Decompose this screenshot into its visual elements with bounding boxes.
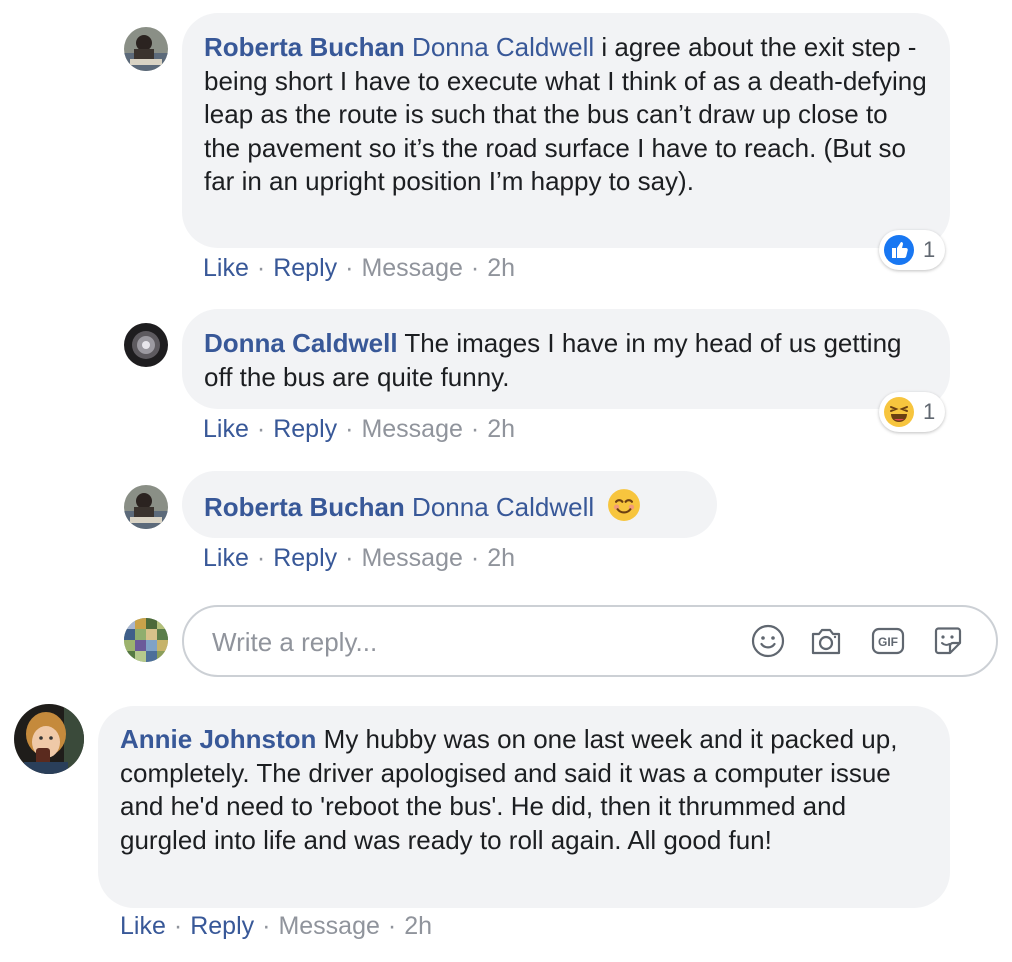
like-link[interactable]: Like: [203, 254, 249, 282]
comment-bubble: Roberta Buchan Donna Caldwell: [182, 471, 717, 538]
timestamp[interactable]: 2h: [487, 544, 515, 572]
like-link[interactable]: Like: [203, 415, 249, 443]
gif-icon[interactable]: GIF: [870, 623, 906, 659]
avatar-annie-johnston[interactable]: [14, 704, 84, 774]
comment-actions: Like · Reply · Message · 2h: [120, 912, 433, 940]
reply-composer: GIF: [182, 605, 998, 677]
comment-bubble: Roberta Buchan Donna Caldwell i agree ab…: [182, 13, 950, 248]
reaction-count: 1: [923, 399, 936, 424]
avatar-roberta-buchan[interactable]: [124, 485, 168, 529]
timestamp[interactable]: 2h: [487, 254, 515, 282]
comment-author[interactable]: Roberta Buchan: [204, 492, 405, 522]
timestamp[interactable]: 2h: [487, 415, 515, 443]
comment-actions: Like · Reply · Message · 2h: [203, 254, 516, 282]
current-user-avatar: [124, 618, 168, 662]
avatar-roberta-buchan[interactable]: [124, 27, 168, 71]
mention-link[interactable]: Donna Caldwell: [412, 492, 594, 522]
reply-link[interactable]: Reply: [273, 254, 337, 282]
timestamp[interactable]: 2h: [404, 912, 432, 940]
emoji-icon[interactable]: [750, 623, 786, 659]
comment-author[interactable]: Annie Johnston: [120, 724, 316, 754]
reaction-badge[interactable]: 1: [879, 392, 945, 432]
reply-link[interactable]: Reply: [190, 912, 254, 940]
reply-input[interactable]: [210, 619, 714, 665]
message-link[interactable]: Message: [361, 415, 462, 443]
avatar-donna-caldwell[interactable]: [124, 323, 168, 367]
camera-icon[interactable]: [808, 623, 844, 659]
comment-actions: Like · Reply · Message · 2h: [203, 544, 516, 572]
message-link[interactable]: Message: [278, 912, 379, 940]
comment-bubble: Annie Johnston My hubby was on one last …: [98, 706, 950, 908]
sticker-icon[interactable]: [930, 623, 966, 659]
message-link[interactable]: Message: [361, 544, 462, 572]
gif-label: GIF: [878, 635, 898, 649]
smiling-face-emoji: [608, 489, 641, 521]
comment-author[interactable]: Donna Caldwell: [204, 328, 398, 358]
comment-actions: Like · Reply · Message · 2h: [203, 415, 516, 443]
mention-link[interactable]: Donna Caldwell: [412, 32, 594, 62]
haha-icon: [884, 397, 914, 427]
message-link[interactable]: Message: [361, 254, 462, 282]
reaction-badge[interactable]: 1: [879, 230, 945, 270]
reaction-count: 1: [923, 237, 936, 262]
reply-link[interactable]: Reply: [273, 415, 337, 443]
comment-bubble: Donna Caldwell The images I have in my h…: [182, 309, 950, 409]
like-link[interactable]: Like: [120, 912, 166, 940]
reply-link[interactable]: Reply: [273, 544, 337, 572]
like-link[interactable]: Like: [203, 544, 249, 572]
comment-author[interactable]: Roberta Buchan: [204, 32, 405, 62]
like-icon: [884, 235, 914, 265]
